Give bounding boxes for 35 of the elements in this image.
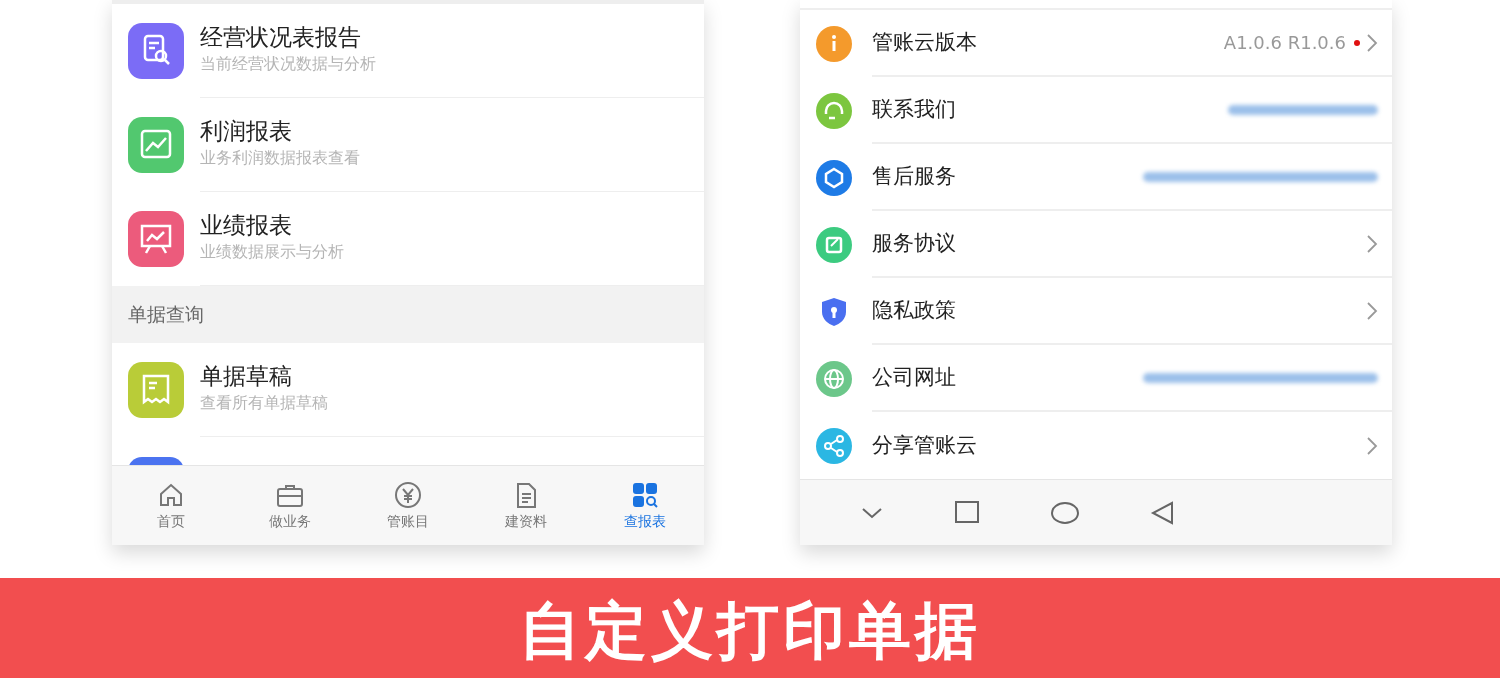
tab[interactable]: 管账目 (348, 466, 468, 545)
tab[interactable]: 首页 (112, 466, 231, 545)
grid-search-icon (630, 481, 659, 509)
settings-row[interactable]: 售后服务 (800, 144, 1392, 211)
item-title: 利润报表 (200, 117, 293, 145)
circle-icon (1050, 499, 1080, 526)
square-icon (954, 499, 980, 526)
tab[interactable]: 做业务 (230, 466, 349, 545)
settings-row[interactable]: 隐私政策 (800, 278, 1392, 345)
settings-row[interactable]: 公司网址 (800, 345, 1392, 412)
row-label: 联系我们 (872, 95, 957, 123)
item-subtitle: 业务利润数据报表查看 (200, 147, 361, 169)
row-label: 售后服务 (872, 162, 957, 190)
back-triangle-icon (1150, 499, 1176, 526)
row-label: 服务协议 (872, 229, 957, 257)
banner-title: 自定义打印单据 (519, 593, 981, 669)
item-title: 单据草稿 (200, 362, 293, 390)
item-title: 经营状况表报告 (200, 23, 362, 51)
settings-row[interactable]: 联系我们 (800, 77, 1392, 144)
item-title: 业绩报表 (200, 211, 293, 239)
yen-coin-icon (394, 481, 422, 509)
row-label: 公司网址 (872, 363, 957, 391)
settings-row[interactable]: 管账云版本 A1.0.6 R1.0.6 (800, 10, 1392, 77)
item-subtitle: 当前经营状况数据与分析 (200, 53, 377, 75)
row-label: 分享管账云 (872, 431, 978, 459)
item-subtitle: 查看所有单据草稿 (200, 392, 329, 414)
tab[interactable]: 查报表 (585, 466, 704, 545)
row-label: 管账云版本 (872, 28, 978, 56)
version-text: A1.0.6 R1.0.6 (1223, 31, 1346, 55)
tab[interactable]: 建资料 (467, 466, 586, 545)
item-subtitle: 业绩数据展示与分析 (200, 241, 345, 263)
settings-row[interactable]: 服务协议 (800, 211, 1392, 278)
row-label: 隐私政策 (872, 296, 957, 324)
section-header: 单据查询 (112, 286, 704, 343)
settings-row[interactable]: 分享管账云 (800, 412, 1392, 479)
